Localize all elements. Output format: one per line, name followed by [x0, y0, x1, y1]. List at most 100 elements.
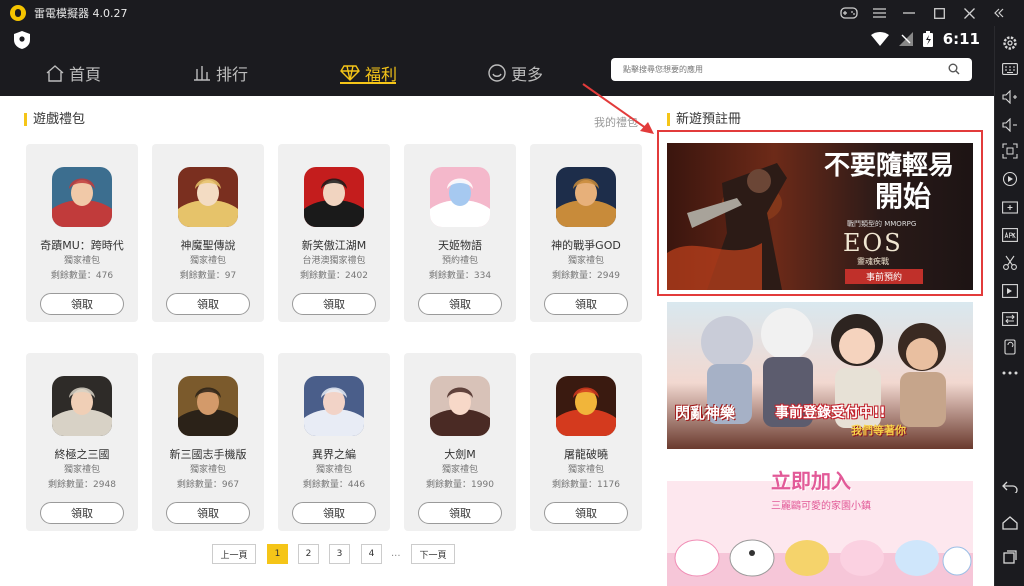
- banner-sanrio[interactable]: 立即加入 三麗鷗可愛的家園小鎮: [667, 461, 973, 586]
- remaining-count: 剩餘數量：1990: [426, 480, 494, 490]
- shield-icon: [14, 31, 30, 49]
- menu-icon[interactable]: [864, 0, 894, 26]
- keyboard-icon[interactable]: [1001, 60, 1019, 78]
- record-icon[interactable]: [1001, 170, 1019, 188]
- gamepad-icon[interactable]: [834, 0, 864, 26]
- more-icon[interactable]: [1001, 364, 1019, 382]
- app-logo-icon: [10, 5, 26, 21]
- sanrio-subtitle: 三麗鷗可愛的家園小鎮: [771, 501, 871, 512]
- game-name: 新三國志手機版: [169, 448, 247, 461]
- gift-type: 獨家禮包: [189, 465, 226, 475]
- page-1-button[interactable]: 1: [267, 544, 288, 564]
- sync-icon[interactable]: [1001, 310, 1019, 328]
- add-window-icon[interactable]: [1001, 198, 1019, 216]
- title-bar: 雷電模擬器 4.0.27: [0, 0, 1024, 26]
- active-tab-indicator: [340, 82, 396, 84]
- wifi-icon: [870, 32, 889, 46]
- status-icons: 6:11: [870, 30, 980, 48]
- minimize-icon[interactable]: [894, 0, 924, 26]
- claim-button[interactable]: 領取: [292, 293, 376, 315]
- volume-up-icon[interactable]: [1001, 88, 1019, 106]
- sanrio-headline: 立即加入: [771, 469, 851, 493]
- ranking-icon: [194, 66, 210, 81]
- maximize-icon[interactable]: [924, 0, 954, 26]
- recent-apps-icon[interactable]: [1001, 548, 1019, 566]
- gift-card: 異界之編 獨家禮包 剩餘數量：446 領取: [278, 353, 390, 531]
- page-2-button[interactable]: 2: [298, 544, 319, 564]
- prev-page-button[interactable]: 上一頁: [212, 544, 256, 564]
- apk-icon[interactable]: [1001, 226, 1019, 244]
- remaining-count: 剩餘數量：2949: [552, 271, 620, 281]
- emulator-toolbar: [994, 26, 1024, 586]
- tab-home-label: 首頁: [69, 65, 102, 84]
- claim-button[interactable]: 領取: [418, 293, 502, 315]
- gift-section-title: 遊戲禮包: [24, 113, 85, 126]
- scissors-icon[interactable]: [1001, 254, 1019, 272]
- game-icon[interactable]: [178, 167, 238, 227]
- game-icon[interactable]: [430, 376, 490, 436]
- claim-button[interactable]: 領取: [40, 293, 124, 315]
- game-name: 奇蹟MU：跨時代: [40, 239, 124, 252]
- gift-card: 奇蹟MU：跨時代 獨家禮包 剩餘數量：476 領取: [26, 144, 138, 322]
- android-status-bar: 6:11: [0, 26, 994, 54]
- game-name: 天姬物語: [438, 239, 482, 252]
- remaining-count: 剩餘數量：1176: [552, 480, 620, 490]
- game-icon[interactable]: [304, 167, 364, 227]
- game-icon[interactable]: [52, 376, 112, 436]
- game-icon[interactable]: [304, 376, 364, 436]
- gift-type: 台港澳獨家禮包: [302, 256, 366, 266]
- claim-button[interactable]: 領取: [418, 502, 502, 524]
- gift-type: 獨家禮包: [63, 465, 100, 475]
- gift-card: 神的戰爭GOD 獨家禮包 剩餘數量：2949 領取: [530, 144, 642, 322]
- game-name: 異界之編: [312, 448, 356, 461]
- gift-type: 獨家禮包: [567, 256, 604, 266]
- claim-button[interactable]: 領取: [166, 293, 250, 315]
- game-icon[interactable]: [556, 376, 616, 436]
- back-icon[interactable]: [1001, 478, 1019, 496]
- close-icon[interactable]: [954, 0, 984, 26]
- benefits-page: 遊戲禮包 我的禮包 奇蹟MU：跨時代 獨家禮包 剩餘數量：476 領取 神魔聖傳說 獨家禮…: [0, 96, 994, 586]
- my-gifts-link[interactable]: 我的禮包: [594, 114, 638, 130]
- remaining-count: 剩餘數量：2402: [300, 271, 368, 281]
- settings-icon[interactable]: [1001, 34, 1019, 52]
- app-title: 雷電模擬器 4.0.27: [34, 7, 128, 20]
- claim-button[interactable]: 領取: [166, 502, 250, 524]
- page-4-button[interactable]: 4: [361, 544, 382, 564]
- gift-type: 獨家禮包: [567, 465, 604, 475]
- next-page-button[interactable]: 下一頁: [411, 544, 455, 564]
- screenshot-icon[interactable]: [1001, 142, 1019, 160]
- anime-characters-artwork: [701, 308, 946, 428]
- page-3-button[interactable]: 3: [329, 544, 350, 564]
- gift-card: 新笑傲江湖M 台港澳獨家禮包 剩餘數量：2402 領取: [278, 144, 390, 322]
- rotate-icon[interactable]: [1001, 338, 1019, 356]
- macro-icon[interactable]: [1001, 282, 1019, 300]
- clock: 6:11: [942, 30, 980, 48]
- highlight-box: [657, 130, 983, 296]
- pagination-ellipsis: ...: [391, 548, 401, 559]
- battery-icon: [922, 31, 933, 47]
- search-icon[interactable]: [948, 63, 960, 75]
- tab-home[interactable]: 首頁: [46, 58, 101, 88]
- tab-ranking[interactable]: 排行: [193, 58, 248, 88]
- emulator-window: 雷電模擬器 4.0.27 6:11 首頁 排行 福利 更多 點擊搜尋您想要的應用…: [0, 0, 1024, 586]
- gift-card: 大劍M 獨家禮包 剩餘數量：1990 領取: [404, 353, 516, 531]
- tab-more[interactable]: 更多: [488, 58, 543, 88]
- search-input[interactable]: 點擊搜尋您想要的應用: [611, 58, 972, 81]
- claim-button[interactable]: 領取: [40, 502, 124, 524]
- remaining-count: 剩餘數量：446: [302, 480, 366, 490]
- game-icon[interactable]: [52, 167, 112, 227]
- collapse-sidebar-icon[interactable]: [984, 0, 1014, 26]
- senran-cta-2: 我們等著你: [851, 424, 906, 437]
- banner-senran[interactable]: 閃亂神樂 事前登錄受付中!! 我們等著你: [667, 302, 973, 449]
- sanrio-characters-artwork: [667, 539, 973, 586]
- claim-button[interactable]: 領取: [292, 502, 376, 524]
- volume-down-icon[interactable]: [1001, 116, 1019, 134]
- claim-button[interactable]: 領取: [544, 293, 628, 315]
- game-name: 屠龍破曉: [564, 448, 608, 461]
- game-icon[interactable]: [178, 376, 238, 436]
- claim-button[interactable]: 領取: [544, 502, 628, 524]
- game-icon[interactable]: [556, 167, 616, 227]
- no-signal-icon: [898, 32, 913, 46]
- home-button-icon[interactable]: [1001, 514, 1019, 532]
- game-icon[interactable]: [430, 167, 490, 227]
